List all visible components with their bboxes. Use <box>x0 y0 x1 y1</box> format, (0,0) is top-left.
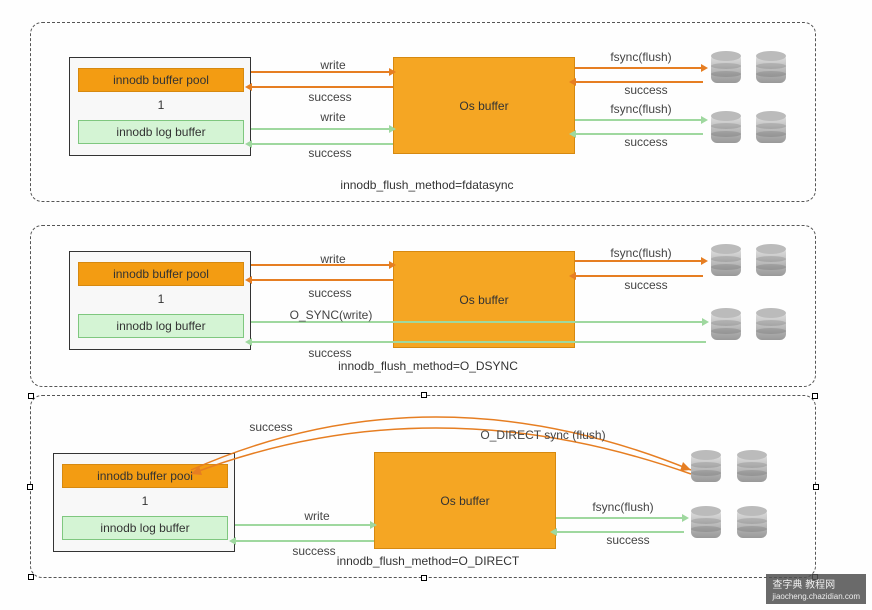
arrow-fsync-bottom <box>556 517 684 519</box>
caption-method: innodb_flush_method=O_DIRECT <box>328 554 528 568</box>
disk-icon <box>756 244 786 278</box>
arrow-success-bufpool <box>251 86 393 88</box>
disk-icon <box>691 506 721 540</box>
arrow-head <box>569 272 576 280</box>
arrow-head <box>569 130 576 138</box>
watermark-text: 查字典 教程网 <box>772 580 835 591</box>
label-success: success <box>611 278 681 292</box>
label-success: success <box>295 346 365 360</box>
label-success: success <box>611 135 681 149</box>
selection-handle[interactable] <box>813 484 819 490</box>
arrow-head <box>389 125 396 133</box>
innodb-log-buffer: innodb log buffer <box>78 314 244 338</box>
os-buffer: Os buffer <box>393 251 575 348</box>
arrow-head <box>370 521 377 529</box>
arrow-head <box>701 116 708 124</box>
disk-icon <box>711 51 741 85</box>
arrow-write-logbuf <box>251 128 393 130</box>
innodb-buffer-pool: innodb buffer pool <box>78 68 244 92</box>
disk-icon <box>756 51 786 85</box>
disk-icon <box>711 111 741 145</box>
arrow-head <box>245 140 252 148</box>
group-index: 1 <box>54 494 236 508</box>
arrow-head <box>389 68 396 76</box>
arrow-head <box>701 64 708 72</box>
arrow-head <box>229 537 236 545</box>
label-write: write <box>287 509 347 523</box>
caption-method: innodb_flush_method=fdatasync <box>327 178 527 192</box>
selection-handle[interactable] <box>421 392 427 398</box>
arrow-head <box>682 514 689 522</box>
panel-fdatasync: innodb buffer pool 1 innodb log buffer O… <box>30 22 816 202</box>
label-success: success <box>611 83 681 97</box>
arrow-fsync-top <box>575 260 703 262</box>
caption-method: innodb_flush_method=O_DSYNC <box>328 359 528 373</box>
disk-icon <box>756 308 786 342</box>
arrow-head <box>702 318 709 326</box>
label-fsync: fsync(flush) <box>601 246 681 260</box>
group-index: 1 <box>70 292 252 306</box>
innodb-group-2: innodb buffer pool 1 innodb log buffer <box>69 251 251 350</box>
arrow-head <box>245 83 252 91</box>
label-odirect: O_DIRECT sync (flush) <box>463 428 623 442</box>
arrow-head <box>389 261 396 269</box>
label-success: success <box>593 533 663 547</box>
arrow-head <box>550 528 557 536</box>
arrow-success-bufpool <box>251 279 393 281</box>
arrow-head <box>569 78 576 86</box>
arrow-fsync-bottom <box>575 119 703 121</box>
watermark: 查字典 教程网 jiaocheng.chazidian.com <box>766 574 866 604</box>
arrow-head <box>245 338 252 346</box>
innodb-log-buffer: innodb log buffer <box>62 516 228 540</box>
selection-handle[interactable] <box>812 393 818 399</box>
innodb-log-buffer: innodb log buffer <box>78 120 244 144</box>
disk-icon <box>711 244 741 278</box>
panel-odirect: innodb buffer pool 1 innodb log buffer O… <box>30 395 816 578</box>
disk-icon <box>756 111 786 145</box>
label-fsync: fsync(flush) <box>583 500 663 514</box>
disk-icon <box>737 450 767 484</box>
arrow-head <box>701 257 708 265</box>
arrow-write-logbuf <box>235 524 374 526</box>
selection-handle[interactable] <box>28 574 34 580</box>
arrow-osync-success <box>251 341 706 343</box>
innodb-buffer-pool: innodb buffer pool <box>78 262 244 286</box>
label-success: success <box>295 90 365 104</box>
selection-handle[interactable] <box>28 393 34 399</box>
selection-handle[interactable] <box>27 484 33 490</box>
label-write: write <box>303 58 363 72</box>
disk-icon <box>691 450 721 484</box>
os-buffer: Os buffer <box>393 57 575 154</box>
label-osync: O_SYNC(write) <box>281 308 381 322</box>
label-success: success <box>295 146 365 160</box>
arrow-success-disk-top <box>575 275 703 277</box>
disk-icon <box>737 506 767 540</box>
arrow-success-logbuf <box>235 540 374 542</box>
label-write: write <box>303 252 363 266</box>
watermark-sub: jiaocheng.chazidian.com <box>772 592 860 601</box>
label-write: write <box>303 110 363 124</box>
label-fsync: fsync(flush) <box>601 50 681 64</box>
selection-handle[interactable] <box>421 575 427 581</box>
arrow-fsync-top <box>575 67 703 69</box>
label-success: success <box>295 286 365 300</box>
innodb-group-1: innodb buffer pool 1 innodb log buffer <box>69 57 251 156</box>
label-fsync: fsync(flush) <box>601 102 681 116</box>
panel-odsync: innodb buffer pool 1 innodb log buffer O… <box>30 225 816 387</box>
group-index: 1 <box>70 98 252 112</box>
disk-icon <box>711 308 741 342</box>
arrow-success-logbuf <box>251 143 393 145</box>
arrow-head <box>245 276 252 284</box>
label-success: success <box>231 420 311 434</box>
